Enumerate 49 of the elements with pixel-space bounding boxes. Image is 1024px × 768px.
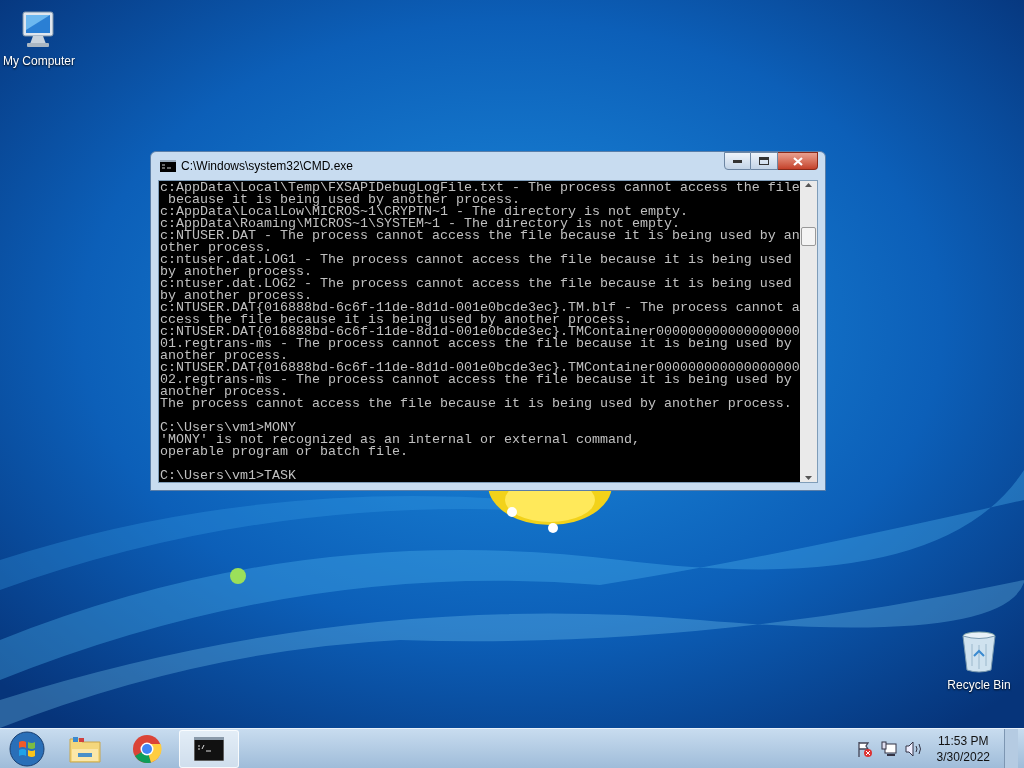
network-icon[interactable] xyxy=(880,740,897,757)
desktop-icon-label[interactable]: Recycle Bin xyxy=(947,676,1011,694)
close-button[interactable] xyxy=(778,152,818,170)
desktop-icon-label[interactable]: My Computer xyxy=(3,52,75,70)
console-line: c:NTUSER.DAT{016888bd-6c6f-11de-8d1d-001e0bcde3ec}.TMContainer000000000000000000 xyxy=(160,326,800,338)
maximize-button[interactable] xyxy=(751,152,778,170)
console-line: C:\Users\vm1>TASK xyxy=(160,470,296,482)
clock-date[interactable]: 3/30/2022 xyxy=(936,748,990,765)
minimize-icon xyxy=(733,159,742,163)
console-line: C:\Users\vm1>MONY xyxy=(160,422,296,434)
console-line: ccess the file because it is being used by another process. xyxy=(160,314,632,326)
console-icon xyxy=(160,160,176,172)
console-line: c:AppData\LocalLow\MICROS~1\CRYPTN~1 - The directory is not empty. xyxy=(160,206,688,218)
console-line: 01.regtrans-ms - The process cannot access the file because it is being used by xyxy=(160,338,792,350)
console-line: c:ntuser.dat.LOG2 - The process cannot access the file because it is being used xyxy=(160,278,792,290)
start-icon xyxy=(9,730,45,767)
flag-icon[interactable] xyxy=(856,740,873,757)
console-line: operable program or batch file. xyxy=(160,446,408,458)
recycle-bin-icon xyxy=(960,630,998,674)
console-line: because it is being used by another process. xyxy=(168,194,520,206)
maximize-icon xyxy=(759,157,769,165)
window-title: C:\Windows\system32\CMD.exe xyxy=(181,158,354,175)
console-line: by another process. xyxy=(160,290,312,302)
console-line: other process. xyxy=(160,242,272,254)
console-line: 02.regtrans-ms - The process cannot access the file because it is being used by xyxy=(160,374,792,386)
console-line: c:ntuser.dat.LOG1 - The process cannot access the file because it is being used xyxy=(160,254,792,266)
scroll-thumb[interactable] xyxy=(801,227,816,246)
console-line: by another process. xyxy=(160,266,312,278)
console-taskbar-button[interactable] xyxy=(179,729,239,768)
chrome-icon xyxy=(132,733,162,764)
console-line: 'MONY' is not recognized as an internal or external command, xyxy=(160,434,640,446)
console-line: another process. xyxy=(160,386,288,398)
scroll-down-icon[interactable] xyxy=(805,476,812,480)
scrollbar[interactable] xyxy=(800,181,817,482)
scroll-up-icon[interactable] xyxy=(805,183,812,187)
console-line: c:AppData\Roaming\MICROS~1\SYSTEM~1 - The directory is not empty. xyxy=(160,218,680,230)
folder-icon xyxy=(69,734,101,763)
minimize-button[interactable] xyxy=(724,152,751,170)
console-icon xyxy=(194,736,224,761)
console-line: c:NTUSER.DAT - The process cannot access the file because it is being used by an xyxy=(160,230,800,242)
clock-time[interactable]: 11:53 PM xyxy=(938,732,989,749)
speaker-icon[interactable] xyxy=(904,740,923,757)
console-line: c:AppData\Local\Temp\FXSAPIDebugLogFile.txt - The process cannot access the file xyxy=(160,182,800,194)
console-line: another process. xyxy=(160,350,288,362)
close-icon xyxy=(792,156,803,166)
console-line: c:NTUSER.DAT{016888bd-6c6f-11de-8d1d-001e0bcde3ec}.TM.blf - The process cannot a xyxy=(160,302,800,314)
show-desktop-button[interactable] xyxy=(1004,728,1018,768)
console-line: c:NTUSER.DAT{016888bd-6c6f-11de-8d1d-001e0bcde3ec}.TMContainer000000000000000000 xyxy=(160,362,800,374)
console-line: The process cannot access the file because it is being used by another process. xyxy=(160,398,792,410)
